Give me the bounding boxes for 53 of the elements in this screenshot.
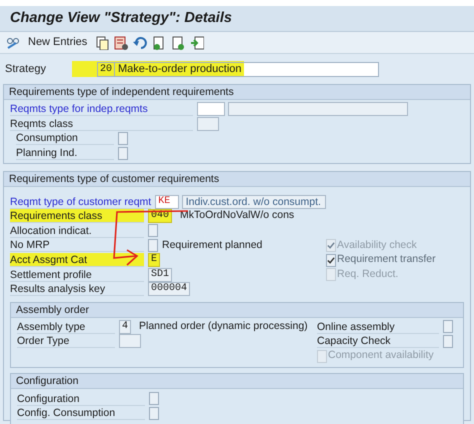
description-text: MkToOrdNoValW/o cons [180,208,294,224]
copy-icon[interactable] [95,36,110,50]
field-link[interactable]: Reqmts type for indep.reqmts [10,102,193,116]
code-field: 20 [97,62,115,76]
group-title: Requirements type of customer requirements [9,173,220,186]
checkbox[interactable] [443,320,453,334]
field-label: Requirements class [10,209,144,224]
new-entries-button[interactable]: New Entries [25,34,90,51]
field-label: Configuration [17,392,145,406]
field-label: Assembly type [17,320,115,334]
group-title: Requirements type of independent requirements [9,86,234,98]
checkbox[interactable] [443,334,453,348]
description-text: Make-to-order production [115,62,244,76]
code-field[interactable]: KE [155,194,179,209]
field-label: Results analysis key [10,282,144,296]
checkbox[interactable] [118,146,128,160]
code-field[interactable]: 4 [119,320,131,334]
checkbox[interactable] [118,132,128,145]
group-title: Assembly order [16,304,89,316]
field-label: No MRP [10,238,144,252]
code-field[interactable] [197,102,225,116]
code-field[interactable]: SD1 [148,268,172,282]
checkbox-label: Capacity Check [317,334,439,348]
checkbox-label: Availability check [337,238,417,253]
field-label: Order Type [17,334,115,348]
checkbox-label: Req. Reduct. [337,266,398,282]
field-label: Reqmts class [10,116,193,131]
field-label: Allocation indicat. [10,224,144,238]
description-text: Planned order (dynamic processing) [139,318,308,334]
checkbox[interactable] [148,224,158,238]
checkbox-label: Online assembly [317,320,439,334]
code-field[interactable]: E [148,253,160,268]
field-label: Planning Ind. [16,146,114,160]
group-title: Configuration [16,375,78,388]
field-label: Config. Consumption [17,406,145,420]
field-label: Strategy [5,62,47,77]
field-label: Acct Assgmt Cat [10,253,144,268]
window-title: Change View "Strategy": Details [10,8,232,28]
field-label: Settlement profile [10,268,144,282]
code-field[interactable]: 000004 [148,282,190,296]
checkbox[interactable] [326,254,336,267]
undo-icon[interactable] [133,36,148,50]
glasses-icon[interactable] [6,36,20,48]
checkbox[interactable] [149,392,159,406]
checkbox[interactable] [149,406,159,420]
checkbox[interactable] [148,238,158,252]
checkbox-label: Requirement transfer [337,252,436,268]
code-field[interactable] [119,334,141,348]
checkbox-label: Component availability [328,348,434,364]
checkbox-label: Requirement planned [162,238,262,253]
code-field[interactable] [197,116,219,131]
description-field: Indiv.cust.ord. w/o consumpt. [182,194,326,209]
field-label: Consumption [16,131,114,146]
